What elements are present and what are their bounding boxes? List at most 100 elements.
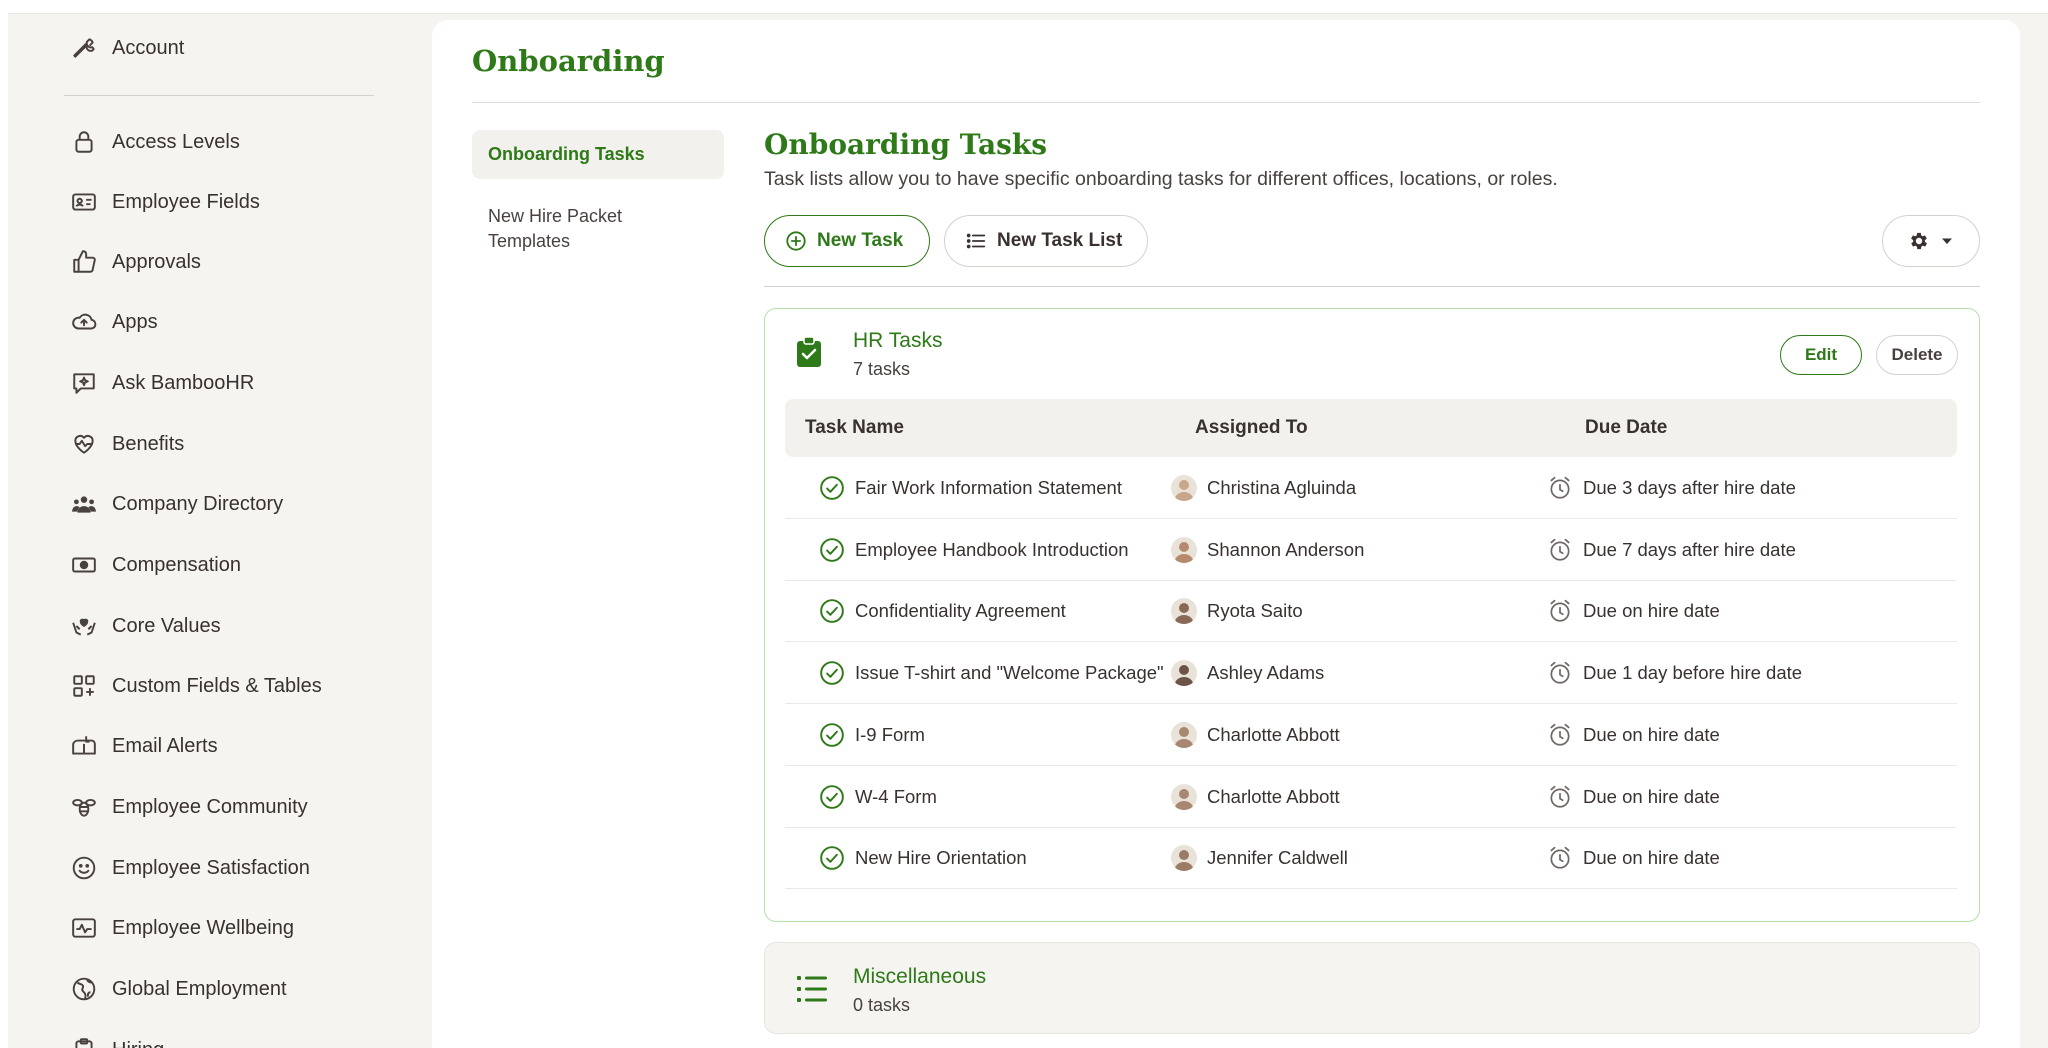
new-task-button[interactable]: New Task xyxy=(764,215,930,267)
alarm-clock-icon xyxy=(1547,660,1573,686)
clipboard-icon xyxy=(68,1034,100,1048)
task-name[interactable]: Employee Handbook Introduction xyxy=(855,539,1129,561)
table-row[interactable]: Fair Work Information Statement Christina… xyxy=(785,457,1957,519)
lock-icon xyxy=(68,126,100,158)
section-title: Onboarding Tasks xyxy=(764,128,1048,161)
sidebar-item-access-levels[interactable]: Access Levels xyxy=(68,122,240,162)
column-header-assigned-to: Assigned To xyxy=(1195,417,1308,438)
smile-icon xyxy=(68,852,100,884)
check-circle-icon xyxy=(819,598,845,624)
hands-heart-icon xyxy=(68,610,100,642)
sidebar-item-employee-fields[interactable]: Employee Fields xyxy=(68,182,260,222)
task-name-cell: Issue T-shirt and "Welcome Package" xyxy=(819,642,1164,704)
mailbox-icon xyxy=(68,730,100,762)
table-row[interactable]: W-4 Form Charlotte Abbott Due on hire date xyxy=(785,766,1957,828)
sidebar-item-label: Employee Wellbeing xyxy=(112,916,294,939)
task-name[interactable]: Fair Work Information Statement xyxy=(855,477,1122,499)
assigned-to-cell: Shannon Anderson xyxy=(1171,519,1364,581)
sidebar-item-account[interactable]: Account xyxy=(68,28,184,68)
alarm-clock-icon xyxy=(1547,475,1573,501)
task-name[interactable]: New Hire Orientation xyxy=(855,847,1027,869)
list-icon xyxy=(965,230,987,252)
sidebar-item-label: Employee Community xyxy=(112,795,308,818)
sidebar-item-hiring[interactable]: Hiring xyxy=(68,1030,164,1048)
task-list-name[interactable]: HR Tasks xyxy=(853,329,942,353)
sidebar-item-email-alerts[interactable]: Email Alerts xyxy=(68,726,218,766)
task-name-cell: New Hire Orientation xyxy=(819,827,1027,889)
sidebar-item-label: Apps xyxy=(112,310,158,333)
sidebar-item-label: Compensation xyxy=(112,553,241,576)
settings-menu-button[interactable] xyxy=(1882,215,1980,267)
table-row[interactable]: Confidentiality Agreement Ryota Saito Due … xyxy=(785,580,1957,643)
table-row[interactable]: I-9 Form Charlotte Abbott Due on hire date xyxy=(785,704,1957,766)
delete-button[interactable]: Delete xyxy=(1876,335,1958,375)
subnav-new-hire-packet-templates[interactable]: New Hire Packet Templates xyxy=(472,192,724,266)
sidebar-item-employee-community[interactable]: Employee Community xyxy=(68,787,308,827)
subnav-onboarding-tasks[interactable]: Onboarding Tasks xyxy=(472,130,724,179)
sidebar-item-label: Employee Fields xyxy=(112,190,260,213)
sidebar-item-employee-satisfaction[interactable]: Employee Satisfaction xyxy=(68,848,310,888)
avatar xyxy=(1171,783,1197,810)
bee-icon xyxy=(68,791,100,823)
task-name[interactable]: Confidentiality Agreement xyxy=(855,600,1066,622)
cloud-upload-icon xyxy=(68,306,100,338)
grid-plus-icon xyxy=(68,670,100,702)
task-name-cell: Fair Work Information Statement xyxy=(819,457,1122,519)
sidebar-item-label: Global Employment xyxy=(112,977,287,1000)
sidebar-item-benefits[interactable]: Benefits xyxy=(68,424,184,464)
due-date: Due 3 days after hire date xyxy=(1583,477,1796,498)
due-date-cell: Due on hire date xyxy=(1547,827,1720,889)
table-row[interactable]: Issue T-shirt and "Welcome Package" Ashle… xyxy=(785,642,1957,705)
sidebar-item-custom-fields-tables[interactable]: Custom Fields & Tables xyxy=(68,666,322,706)
sidebar-item-company-directory[interactable]: Company Directory xyxy=(68,484,283,524)
edit-button[interactable]: Edit xyxy=(1780,335,1862,375)
plus-circle-icon xyxy=(785,230,807,252)
check-circle-icon xyxy=(819,537,845,563)
check-circle-icon xyxy=(819,660,845,686)
sidebar-item-label: Core Values xyxy=(112,614,221,637)
task-name-cell: Employee Handbook Introduction xyxy=(819,519,1129,581)
sidebar-item-apps[interactable]: Apps xyxy=(68,302,158,342)
due-date-cell: Due 3 days after hire date xyxy=(1547,457,1796,519)
avatar xyxy=(1171,845,1197,872)
chevron-down-icon xyxy=(1940,234,1954,248)
check-circle-icon xyxy=(819,784,845,810)
sidebar-item-label: Hiring xyxy=(112,1039,164,1048)
alarm-clock-icon xyxy=(1547,784,1573,810)
assigned-to-cell: Jennifer Caldwell xyxy=(1171,827,1348,889)
sidebar-item-compensation[interactable]: Compensation xyxy=(68,545,241,585)
task-name[interactable]: Issue T-shirt and "Welcome Package" xyxy=(855,662,1164,684)
task-list-count: 0 tasks xyxy=(853,995,911,1015)
task-name[interactable]: W-4 Form xyxy=(855,786,937,808)
due-date-cell: Due 7 days after hire date xyxy=(1547,519,1796,581)
title-divider xyxy=(472,102,1980,103)
alarm-clock-icon xyxy=(1547,845,1573,871)
due-date: Due 1 day before hire date xyxy=(1583,662,1803,684)
sidebar-item-label: Company Directory xyxy=(112,492,284,515)
globe-icon xyxy=(68,973,100,1005)
sidebar-item-ask-bamboohr[interactable]: Ask BambooHR xyxy=(68,363,254,403)
people-icon xyxy=(68,488,100,520)
avatar xyxy=(1171,536,1197,563)
assigned-to-cell: Ashley Adams xyxy=(1171,642,1324,704)
due-date: Due on hire date xyxy=(1583,600,1720,622)
new-task-list-label: New Task List xyxy=(997,230,1123,251)
task-name[interactable]: I-9 Form xyxy=(855,724,925,746)
new-task-list-button[interactable]: New Task List xyxy=(944,215,1148,267)
clipboard-check-icon xyxy=(797,337,821,367)
sidebar-item-global-employment[interactable]: Global Employment xyxy=(68,969,287,1009)
section-description: Task lists allow you to have specific on… xyxy=(764,168,1558,190)
sidebar-item-core-values[interactable]: Core Values xyxy=(68,606,221,646)
task-list-count: 7 tasks xyxy=(853,359,911,379)
table-row[interactable]: Employee Handbook Introduction Shannon An… xyxy=(785,519,1957,581)
sidebar-item-employee-wellbeing[interactable]: Employee Wellbeing xyxy=(68,908,294,948)
due-date: Due 7 days after hire date xyxy=(1583,538,1796,560)
left-edge xyxy=(0,0,8,1048)
sidebar-item-label: Custom Fields & Tables xyxy=(112,674,322,697)
task-list-name[interactable]: Miscellaneous xyxy=(853,965,986,989)
chat-sparkle-icon xyxy=(68,367,100,399)
task-list-card-collapsed[interactable]: Miscellaneous 0 tasks xyxy=(764,942,1980,1034)
sidebar-item-approvals[interactable]: Approvals xyxy=(68,242,201,282)
table-row[interactable]: New Hire Orientation Jennifer Caldwell Due… xyxy=(785,827,1957,890)
column-header-task-name: Task Name xyxy=(805,417,904,438)
